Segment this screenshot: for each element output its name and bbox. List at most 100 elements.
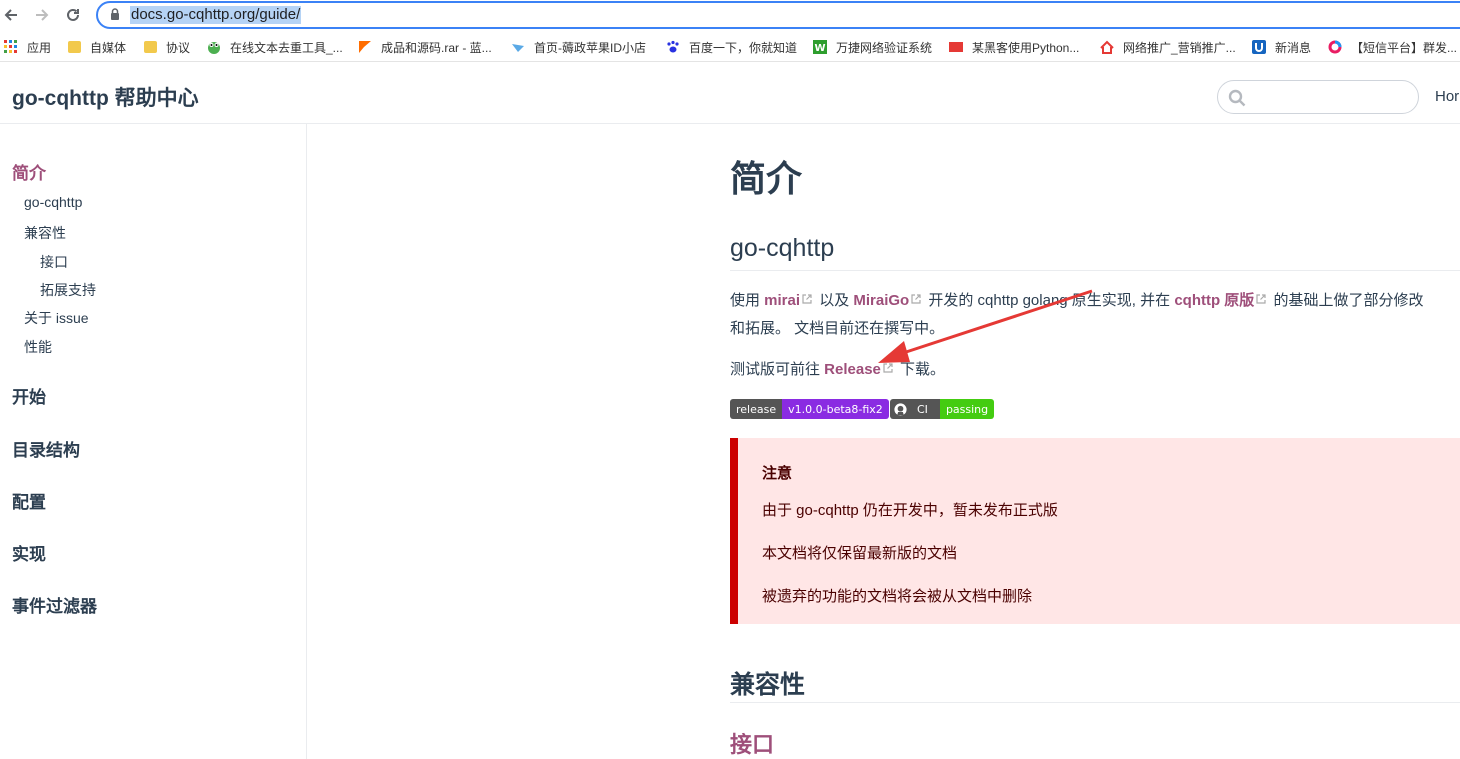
warning-title: 注意 [762,465,793,482]
bookmark-apple-id-shop[interactable]: 首页-薅政苹果ID小店 [511,39,646,55]
svg-text:W: W [814,43,825,54]
main-content: 简介 go-cqhttp 使用 mirai 以及 MiraiGo 开发的 cqh… [308,124,1460,759]
forward-arrow-icon[interactable] [31,4,53,26]
external-link-icon [883,363,893,373]
bookmarks-bar: 应用 自媒体 协议 在线文本去重工具_... 成品和源码.rar - 蓝... … [0,32,1460,62]
sidebar-item-api[interactable]: 接口 [40,252,68,272]
bookmark-label: 新消息 [1275,40,1312,55]
sidebar: 简介 go-cqhttp 兼容性 接口 拓展支持 关于 issue 性能 开始 … [0,124,307,759]
u-logo-icon [1252,40,1266,54]
lock-icon [111,8,119,20]
link-cqhttp-original[interactable]: cqhttp 原版 [1174,292,1254,309]
badge-label: CI [890,399,940,419]
badge-label: release [730,399,783,419]
bookmark-label: 自媒体 [90,40,127,55]
bookmark-sms-platform[interactable]: 【短信平台】群发... [1328,39,1457,55]
url-text[interactable]: docs.go-cqhttp.org/guide/ [130,6,302,24]
link-release[interactable]: Release [824,361,881,378]
bookmark-label: 首页-薅政苹果ID小店 [534,40,646,55]
intro-text: 开发的 cqhttp golang 原生实现, 并在 [924,292,1175,309]
link-miraigo[interactable]: MiraiGo [853,292,909,309]
intro-paragraph: 使用 mirai 以及 MiraiGo 开发的 cqhttp golang 原生… [730,287,1423,315]
bookmark-label: 【短信平台】群发... [1351,40,1458,55]
bookmark-folder-zimeiti[interactable]: 自媒体 [68,39,126,55]
search-icon [1228,89,1246,107]
w-logo-icon: W [813,40,827,54]
warning-line: 本文档将仅保留最新版的文档 [762,545,958,562]
orange-flag-icon [359,41,371,53]
red-badge-icon [949,42,963,52]
site-navbar: go-cqhttp 帮助中心 Hor [0,62,1460,124]
address-bar[interactable]: docs.go-cqhttp.org/guide/ [96,1,1460,29]
sidebar-group-config[interactable]: 配置 [12,488,46,513]
sidebar-item-about-issue[interactable]: 关于 issue [24,308,89,328]
divider [730,270,1460,271]
bookmark-label: 万捷网络验证系统 [836,40,933,55]
apps-grid-icon [4,40,17,53]
sidebar-item-go-cqhttp[interactable]: go-cqhttp [24,194,82,210]
bookmark-label: 网络推广_营销推广... [1123,40,1236,55]
bookmark-lanzou[interactable]: 成品和源码.rar - 蓝... [358,39,492,55]
bookmark-wanjie[interactable]: W 万捷网络验证系统 [813,39,932,55]
divider [730,702,1460,703]
intro-text: 以及 [815,292,854,309]
back-arrow-icon[interactable] [0,4,22,26]
warning-line: 被遗弃的功能的文档将会被从文档中删除 [762,588,1033,605]
release-text: 下载。 [895,361,946,378]
bookmark-apps[interactable]: 应用 [4,39,51,55]
badge-value: passing [939,399,995,419]
sidebar-group-start[interactable]: 开始 [12,383,46,408]
release-paragraph: 测试版可前往 Release 下载。 [730,356,945,384]
site-title[interactable]: go-cqhttp 帮助中心 [12,82,199,112]
sidebar-group-implementation[interactable]: 实现 [12,540,46,565]
bookmark-hacker-python[interactable]: 某黑客使用Python... [949,39,1079,55]
warning-block: 注意 由于 go-cqhttp 仍在开发中，暂未发布正式版 本文档将仅保留最新版… [730,438,1460,624]
bookmark-new-messages[interactable]: 新消息 [1252,39,1311,55]
house-logo-icon [1100,40,1114,54]
browser-toolbar: docs.go-cqhttp.org/guide/ [0,0,1460,32]
intro-text: 的基础上做了部分修改 [1269,292,1424,309]
bookmark-label: 协议 [166,40,191,55]
badge-label-text: CI [917,402,928,416]
sidebar-group-event-filter[interactable]: 事件过滤器 [12,592,97,617]
frog-icon [208,42,220,54]
search-input[interactable] [1217,80,1419,114]
folder-icon [68,41,81,53]
section-heading-compatibility: 兼容性 [730,671,806,699]
bookmark-label: 在线文本去重工具_... [230,40,343,55]
bookmark-baidu[interactable]: 百度一下，你就知道 [666,39,797,55]
sidebar-group-intro[interactable]: 简介 [12,159,46,184]
ring-logo-icon [1328,40,1342,54]
bookmark-folder-xieyi[interactable]: 协议 [144,39,190,55]
external-link-icon [911,294,921,304]
reload-icon[interactable] [62,4,84,26]
warning-line: 由于 go-cqhttp 仍在开发中，暂未发布正式版 [762,502,1058,519]
bookmark-label: 成品和源码.rar - 蓝... [381,40,492,55]
intro-text: 使用 [730,292,765,309]
section-heading-go-cqhttp: go-cqhttp [730,234,835,262]
external-link-icon [802,294,812,304]
folder-icon [144,41,157,53]
section-heading-api[interactable]: 接口 [730,727,774,759]
sidebar-item-extensions[interactable]: 拓展支持 [40,280,96,300]
bookmark-label: 应用 [27,40,52,55]
release-text: 测试版可前往 [730,361,825,378]
bird-icon [512,44,524,52]
page-title: 简介 [730,158,803,199]
bookmark-label: 百度一下，你就知道 [689,40,798,55]
baidu-paw-icon [667,40,679,53]
intro-paragraph-line2: 和拓展。 文档目前还在撰写中。 [730,320,945,337]
nav-link-home[interactable]: Hor [1435,88,1459,105]
ci-badge[interactable]: CI passing [890,399,995,419]
release-badge[interactable]: release v1.0.0-beta8-fix2 [730,399,889,419]
link-mirai[interactable]: mirai [764,292,800,309]
github-icon [894,402,907,416]
bookmark-marketing[interactable]: 网络推广_营销推广... [1100,39,1236,55]
bookmark-dedupe-tool[interactable]: 在线文本去重工具_... [207,39,343,55]
sidebar-group-directory[interactable]: 目录结构 [12,436,80,461]
bookmark-label: 某黑客使用Python... [972,40,1080,55]
sidebar-item-performance[interactable]: 性能 [24,337,52,357]
sidebar-item-compatibility[interactable]: 兼容性 [24,223,66,243]
badge-value: v1.0.0-beta8-fix2 [782,399,889,419]
external-link-icon [1256,294,1266,304]
